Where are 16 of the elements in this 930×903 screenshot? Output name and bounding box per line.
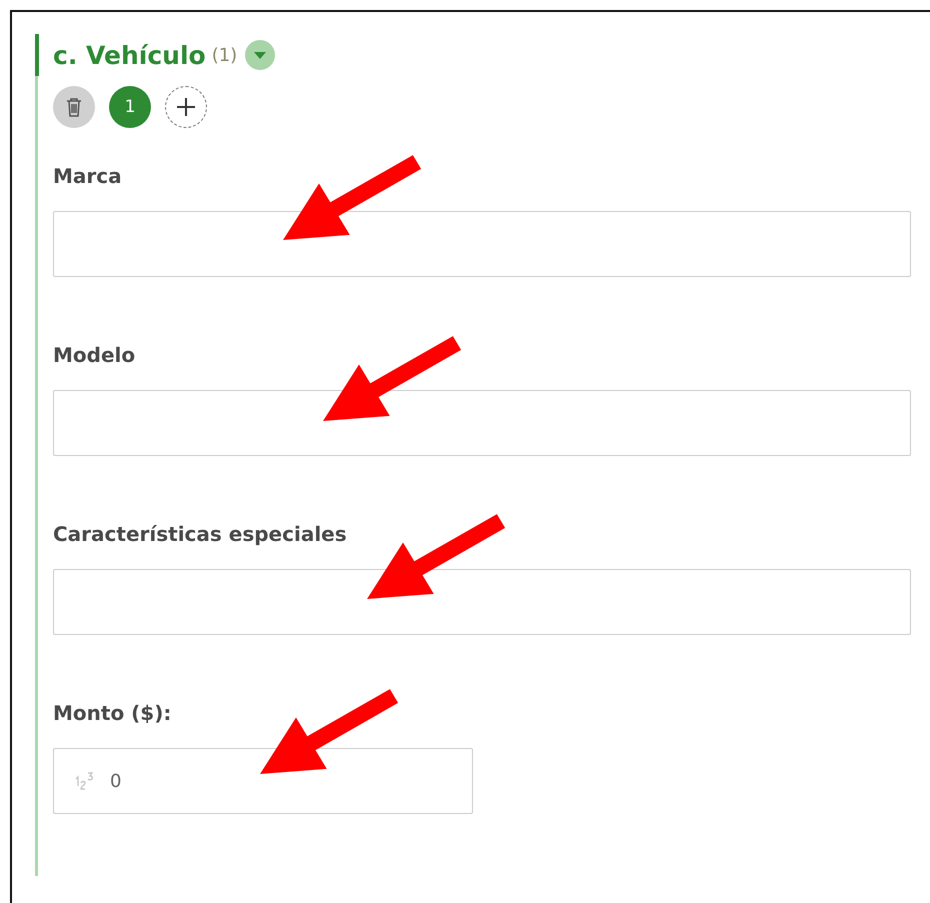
field-label: Monto ($): bbox=[53, 701, 172, 725]
instance-tab[interactable]: 1 bbox=[109, 86, 151, 128]
section-count: (1) bbox=[212, 44, 238, 66]
plus-icon bbox=[176, 97, 196, 117]
field-label: Marca bbox=[53, 164, 123, 188]
field-label: Características especiales bbox=[53, 522, 348, 546]
input-field[interactable] bbox=[53, 390, 911, 456]
delete-button[interactable] bbox=[53, 86, 95, 128]
input-field[interactable]: 0 bbox=[53, 748, 473, 814]
collapse-toggle[interactable] bbox=[245, 40, 276, 70]
trash-icon bbox=[66, 97, 82, 117]
field-label: Modelo bbox=[53, 343, 136, 367]
caret-icon bbox=[253, 50, 268, 60]
input-field[interactable] bbox=[53, 211, 911, 277]
section-title: c. Vehículo bbox=[53, 40, 206, 70]
input-field[interactable] bbox=[53, 569, 911, 635]
